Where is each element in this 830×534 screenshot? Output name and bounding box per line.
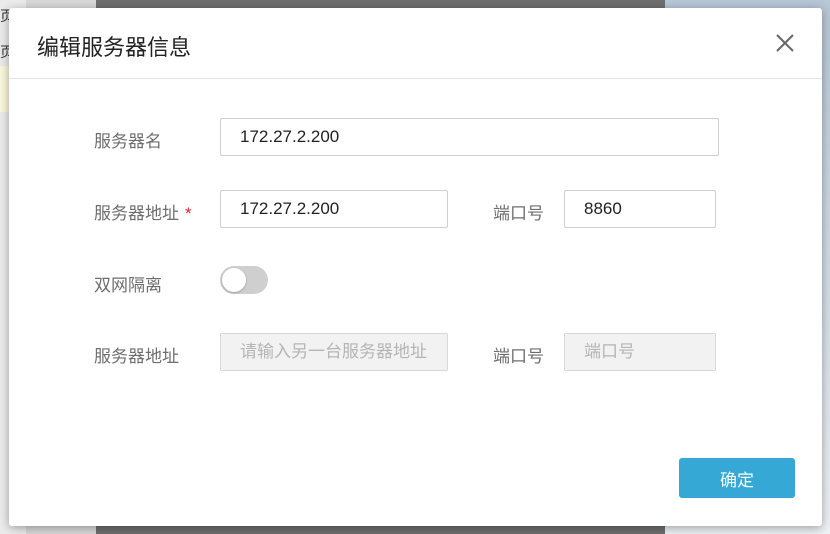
server-name-input[interactable]	[220, 118, 719, 156]
close-button[interactable]	[772, 30, 798, 56]
alt-server-address-input[interactable]	[220, 333, 448, 371]
port-label: 端口号	[493, 204, 544, 223]
dual-network-toggle[interactable]	[220, 266, 268, 294]
alt-server-address-label: 服务器地址	[94, 347, 179, 366]
edit-server-dialog: 编辑服务器信息 服务器名 服务器地址 * 端口号 双网隔离 服务器地址 端口号 确…	[9, 8, 822, 526]
server-address-row: 服务器地址 * 端口号	[9, 190, 822, 230]
server-name-row: 服务器名	[9, 118, 822, 158]
dialog-title: 编辑服务器信息	[37, 35, 192, 60]
alt-server-address-row: 服务器地址 端口号	[9, 333, 822, 373]
server-address-input[interactable]	[220, 190, 448, 228]
alt-port-input[interactable]	[564, 333, 716, 371]
dialog-header: 编辑服务器信息	[9, 8, 822, 79]
toggle-knob	[222, 268, 246, 292]
dual-network-label: 双网隔离	[94, 276, 162, 295]
server-address-label: 服务器地址 *	[94, 199, 192, 224]
server-address-label-text: 服务器地址	[94, 204, 179, 223]
port-input[interactable]	[564, 190, 716, 228]
alt-port-label: 端口号	[493, 347, 544, 366]
server-name-label: 服务器名	[94, 132, 162, 151]
required-mark: *	[185, 204, 192, 223]
dual-network-row: 双网隔离	[9, 266, 822, 306]
confirm-button[interactable]: 确定	[679, 458, 795, 498]
close-icon	[776, 34, 794, 52]
